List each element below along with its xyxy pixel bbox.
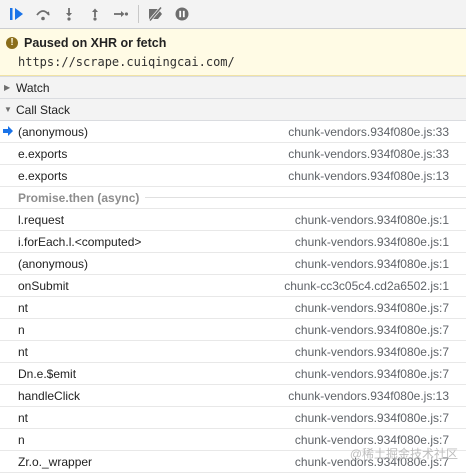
frame-location-link[interactable]: chunk-vendors.934f080e.js:1 (295, 213, 449, 227)
frame-function-name: nt (18, 344, 29, 359)
deactivate-breakpoints-icon (148, 7, 163, 21)
call-frame[interactable]: Dn.e.$emit chunk-vendors.934f080e.js:7 (0, 363, 466, 385)
call-frame[interactable]: n chunk-vendors.934f080e.js:7 (0, 319, 466, 341)
frame-function-name: handleClick (18, 388, 81, 403)
frame-function-name: i.forEach.l.<computed> (18, 234, 142, 249)
frame-function-name: nt (18, 300, 29, 315)
call-frame[interactable]: nt chunk-vendors.934f080e.js:7 (0, 297, 466, 319)
current-frame-arrow-icon (3, 126, 13, 136)
frame-function-name: onSubmit (18, 278, 69, 293)
frame-location-link[interactable]: chunk-vendors.934f080e.js:7 (295, 367, 449, 381)
call-frame[interactable]: i.forEach.l.<computed> chunk-vendors.934f… (0, 231, 466, 253)
pause-on-exceptions-icon (175, 7, 189, 21)
frame-location-link[interactable]: chunk-vendors.934f080e.js:33 (288, 125, 449, 139)
call-frame[interactable]: e.exports chunk-vendors.934f080e.js:13 (0, 165, 466, 187)
watch-label: Watch (16, 80, 50, 95)
frame-function-name: e.exports (18, 168, 68, 183)
call-frame[interactable]: l.request chunk-vendors.934f080e.js:1 (0, 209, 466, 231)
frame-location-link[interactable]: chunk-vendors.934f080e.js:7 (295, 345, 449, 359)
frame-location-link[interactable]: chunk-vendors.934f080e.js:1 (295, 235, 449, 249)
call-stack-label: Call Stack (16, 102, 71, 117)
frame-location-link[interactable]: chunk-vendors.934f080e.js:33 (288, 147, 449, 161)
async-divider-line (145, 197, 466, 198)
frame-function-name: l.request (18, 212, 65, 227)
frame-function-name: Zr.o._wrapper (18, 454, 93, 469)
frame-location-link[interactable]: chunk-cc3c05c4.cd2a6502.js:1 (284, 279, 449, 293)
toolbar-divider (138, 5, 139, 23)
call-frame[interactable]: onSubmit chunk-cc3c05c4.cd2a6502.js:1 (0, 275, 466, 297)
frame-location-link[interactable]: chunk-vendors.934f080e.js:7 (295, 323, 449, 337)
frame-function-name: Dn.e.$emit (18, 366, 77, 381)
frame-location-link[interactable]: chunk-vendors.934f080e.js:13 (288, 389, 449, 403)
step-icon (114, 11, 129, 17)
watch-section-header[interactable]: ▶ Watch (0, 76, 466, 99)
debugger-toolbar (0, 0, 466, 29)
warning-icon: ! (6, 37, 18, 49)
frame-location-link[interactable]: chunk-vendors.934f080e.js:1 (295, 257, 449, 271)
step-into-icon (66, 8, 72, 21)
call-frame[interactable]: nt chunk-vendors.934f080e.js:7 (0, 341, 466, 363)
step-into-button[interactable] (56, 0, 82, 28)
step-over-icon (36, 10, 50, 21)
frame-function-name: nt (18, 410, 29, 425)
call-frame[interactable]: handleClick chunk-vendors.934f080e.js:13 (0, 385, 466, 407)
frame-location-link[interactable]: chunk-vendors.934f080e.js:7 (295, 301, 449, 315)
call-frame[interactable]: (anonymous) chunk-vendors.934f080e.js:1 (0, 253, 466, 275)
frame-function-name: (anonymous) (18, 256, 89, 271)
call-frame[interactable]: e.exports chunk-vendors.934f080e.js:33 (0, 143, 466, 165)
watermark: @稀土掘金技术社区 (349, 447, 458, 461)
frame-function-name: n (18, 322, 25, 337)
paused-title: Paused on XHR or fetch (24, 36, 167, 50)
step-button[interactable] (108, 0, 134, 28)
call-frame[interactable]: nt chunk-vendors.934f080e.js:7 (0, 407, 466, 429)
async-separator: Promise.then (async) (0, 187, 466, 209)
frame-location-link[interactable]: chunk-vendors.934f080e.js:7 (295, 411, 449, 425)
paused-url: https://scrape.cuiqingcai.com/ (18, 55, 235, 69)
frame-location-link[interactable]: chunk-vendors.934f080e.js:13 (288, 169, 449, 183)
step-out-button[interactable] (82, 0, 108, 28)
frame-function-name: e.exports (18, 146, 68, 161)
frame-function-name: n (18, 432, 25, 447)
resume-button[interactable] (4, 0, 30, 28)
pause-on-exceptions-button[interactable] (169, 0, 195, 28)
call-stack-section-header[interactable]: ▼ Call Stack (0, 99, 466, 121)
resume-icon (10, 8, 23, 20)
frame-function-name: (anonymous) (18, 124, 89, 139)
chevron-right-icon: ▶ (4, 83, 11, 92)
step-over-button[interactable] (30, 0, 56, 28)
deactivate-breakpoints-button[interactable] (143, 0, 169, 28)
call-stack-list: (anonymous) chunk-vendors.934f080e.js:33 e… (0, 121, 466, 473)
async-label: Promise.then (async) (18, 190, 140, 205)
step-out-icon (92, 8, 98, 21)
chevron-down-icon: ▼ (4, 105, 12, 114)
paused-banner: ! Paused on XHR or fetch https://scrape.… (0, 29, 466, 76)
call-frame[interactable]: (anonymous) chunk-vendors.934f080e.js:33 (0, 121, 466, 143)
